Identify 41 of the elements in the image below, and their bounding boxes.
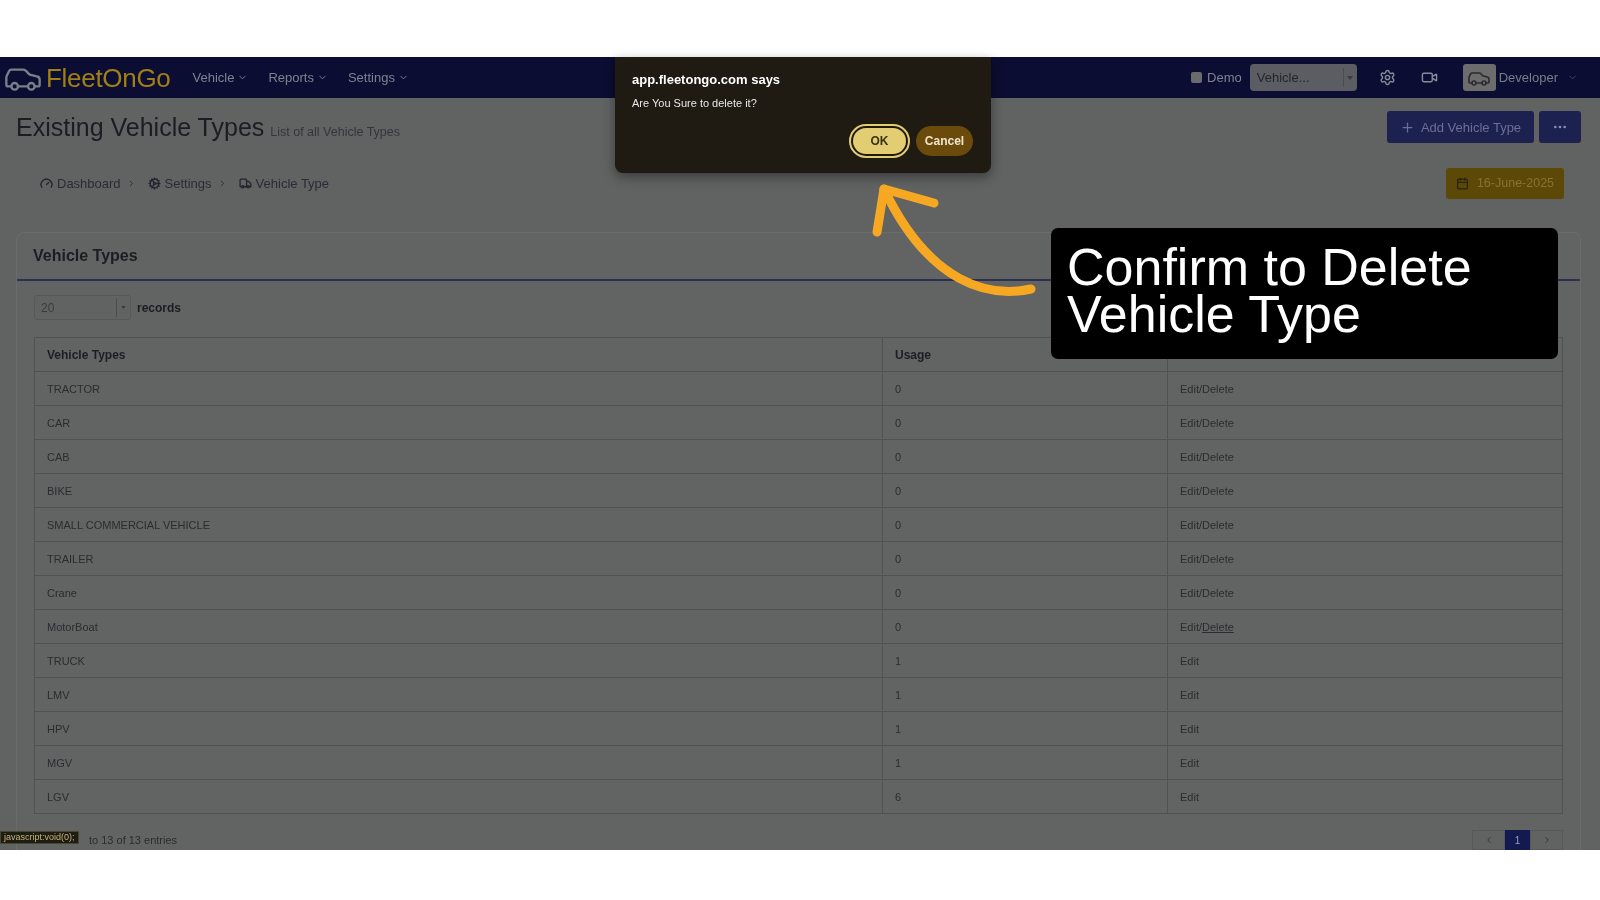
dialog-button[interactable]: Cancel xyxy=(916,126,973,156)
plus-icon xyxy=(1399,119,1415,135)
settings-icon[interactable] xyxy=(1378,69,1396,86)
slash-separator: / xyxy=(1198,416,1203,429)
add-vehicle-type-button[interactable]: Add Vehicle Type xyxy=(1387,111,1534,143)
breadcrumb-link[interactable]: Dashboard xyxy=(40,175,121,191)
table-cell: TRAILER xyxy=(34,541,883,576)
slash-separator: / xyxy=(1198,586,1203,599)
page-title: Existing Vehicle Types xyxy=(16,112,265,142)
demo-label: Demo xyxy=(1207,70,1242,85)
slash-separator: / xyxy=(1198,518,1203,531)
gauge-icon xyxy=(40,176,53,190)
caret-down-icon xyxy=(1347,75,1354,80)
cog-icon xyxy=(147,176,161,190)
user-menu[interactable]: Developer xyxy=(1498,70,1578,85)
annotation-callout: Confirm to Delete Vehicle Type xyxy=(1051,228,1558,359)
table-cell: TRACTOR xyxy=(34,371,883,406)
column-header[interactable]: Usage xyxy=(895,347,932,362)
slash-separator: / xyxy=(1198,382,1203,395)
calendar-icon xyxy=(1455,176,1469,190)
truck-icon xyxy=(238,176,252,190)
breadcrumb-link[interactable]: Settings xyxy=(147,175,212,191)
column-header[interactable]: Vehicle Types xyxy=(47,347,126,362)
slash-separator: / xyxy=(1198,620,1203,633)
records-label: records xyxy=(137,300,182,315)
caret-down-icon xyxy=(121,306,126,309)
section-title: Vehicle Types xyxy=(33,247,138,265)
slash-separator: / xyxy=(1198,450,1203,463)
logo-text[interactable]: FleetOnGo xyxy=(46,62,171,93)
nav-menu-item[interactable]: Settings xyxy=(347,70,409,85)
slash-separator: / xyxy=(1198,484,1203,497)
nav-menu-item[interactable]: Vehicle xyxy=(192,70,249,85)
demo-checkbox[interactable] xyxy=(1191,72,1203,83)
dialog-button[interactable]: OK xyxy=(849,124,910,158)
slash-separator: / xyxy=(1198,552,1203,565)
page-number-button[interactable]: 1 xyxy=(1505,830,1530,850)
car-avatar-icon[interactable] xyxy=(1462,64,1496,91)
status-bar-url: javascript:void(0); xyxy=(0,831,79,844)
dialog-message: Are You Sure to delete it? xyxy=(632,96,758,110)
nav-menu-item[interactable]: Reports xyxy=(268,70,328,85)
dialog-title: app.fleetongo.com says xyxy=(632,72,782,88)
